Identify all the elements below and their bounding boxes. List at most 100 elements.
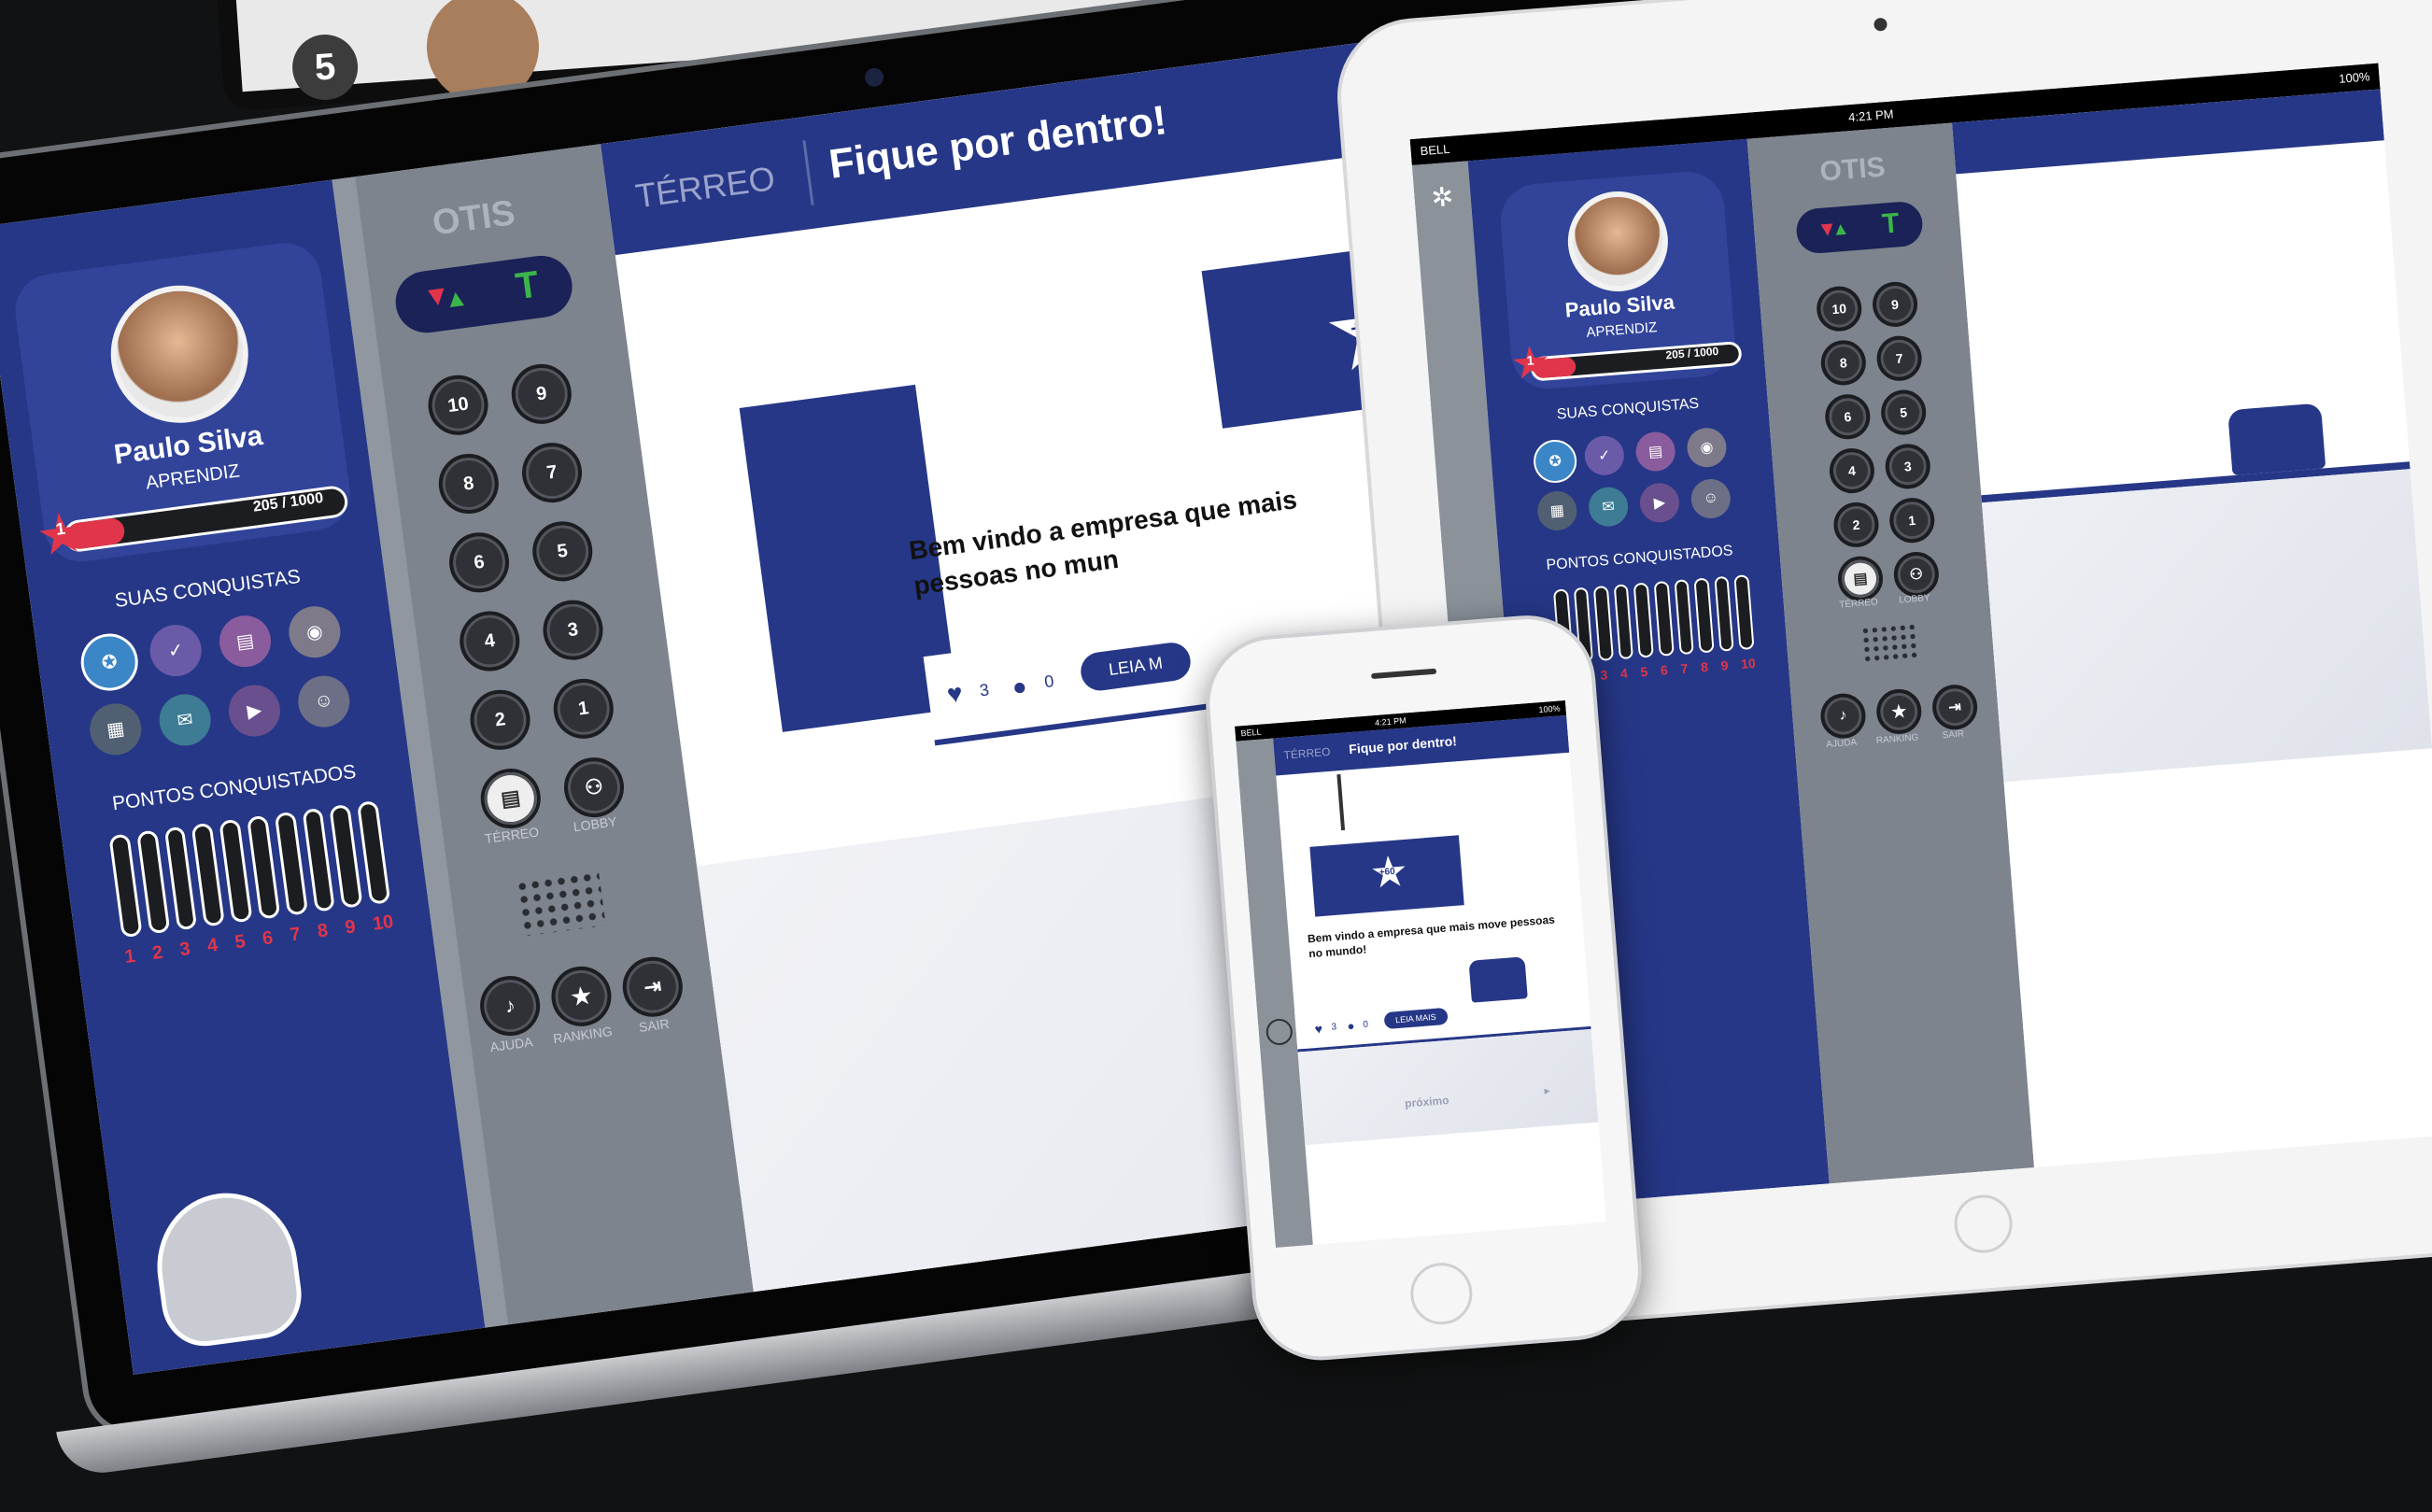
floor-button-2[interactable]: 2: [1831, 501, 1881, 549]
comment-icon[interactable]: ●: [1347, 1019, 1355, 1034]
floor-button-grid: 10 9 8 7 6 5 4 3 2 1 ▤ ⚇ TÉRREO LOBBY: [424, 360, 628, 846]
heart-icon[interactable]: ♥: [1314, 1021, 1323, 1037]
floor-label: TÉRREO: [1283, 744, 1331, 762]
terreo-button[interactable]: ▤: [476, 765, 544, 832]
floor-button-9[interactable]: 9: [1871, 280, 1919, 329]
battery-level: 100%: [1538, 703, 1561, 715]
help-button[interactable]: ♪: [476, 972, 544, 1040]
floor-button-6[interactable]: 6: [1823, 392, 1873, 442]
post-text: Bem vindo a empresa que mais move pessoa…: [1307, 912, 1556, 961]
armchair-icon: [1468, 956, 1528, 1003]
floor-button-1[interactable]: 1: [549, 674, 617, 742]
meter-segment: [1693, 577, 1715, 654]
lobby-label: LOBBY: [1898, 592, 1930, 606]
floor-indicator: T: [1881, 207, 1901, 240]
achievement-check-icon[interactable]: ✓: [147, 621, 205, 680]
floor-button-4[interactable]: 4: [456, 607, 524, 675]
ranking-button[interactable]: ★: [547, 962, 615, 1030]
mascot-character: [148, 1184, 307, 1351]
brand-logo: OTIS: [1818, 151, 1887, 188]
achievement-badge-icon[interactable]: ✪: [77, 629, 142, 695]
home-button[interactable]: [1407, 1260, 1475, 1327]
meter-segment: [1613, 584, 1634, 660]
menu-toggle-button[interactable]: [1265, 1017, 1294, 1047]
achievement-calendar-icon[interactable]: ▦: [1535, 489, 1578, 532]
meter-segment: [1714, 575, 1734, 652]
floor-button-6[interactable]: 6: [445, 529, 514, 597]
floor-button-10[interactable]: 10: [424, 371, 492, 439]
ground-floor-icon: ▤: [499, 784, 522, 812]
help-label: AJUDA: [1826, 737, 1858, 751]
scale-label: 8: [316, 920, 330, 942]
floor-button-7[interactable]: 7: [1874, 333, 1924, 383]
achievement-chat-icon[interactable]: ✉: [156, 691, 214, 749]
level-number: 1: [1526, 352, 1535, 369]
carrier: BELL: [1240, 727, 1262, 739]
floor-indicator: T: [513, 263, 542, 308]
phone-frame: BELL 4:21 PM 100% TÉRREO Fique por dentr…: [1205, 614, 1644, 1362]
exit-button[interactable]: ⇥: [1930, 683, 1979, 732]
achievement-smile-icon[interactable]: ☺: [294, 672, 353, 730]
comment-icon[interactable]: ●: [1011, 671, 1029, 702]
meter-segment: [163, 826, 198, 931]
read-more-button[interactable]: LEIA M: [1078, 640, 1194, 693]
floor-button-7[interactable]: 7: [518, 439, 586, 507]
terreo-button[interactable]: ▤: [1836, 554, 1885, 603]
scale-label: 6: [261, 927, 275, 950]
floor-button-5[interactable]: 5: [1879, 388, 1928, 437]
achievement-book-icon[interactable]: ▤: [1634, 430, 1677, 473]
meter-segment: [191, 822, 226, 927]
header-divider: [802, 140, 814, 205]
scale-label: 5: [233, 931, 247, 954]
front-camera: [1873, 17, 1888, 32]
ranking-label: RANKING: [1875, 732, 1919, 746]
ranking-button[interactable]: ★: [1874, 687, 1924, 736]
achievement-chat-icon[interactable]: ✉: [1587, 486, 1630, 529]
achievement-badge-icon[interactable]: ✪: [1532, 438, 1578, 485]
achievement-calendar-icon[interactable]: ▦: [86, 699, 145, 758]
achievement-check-icon[interactable]: ✓: [1583, 434, 1626, 477]
floor-button-4[interactable]: 4: [1828, 446, 1876, 495]
lobby-button[interactable]: ⚇: [1892, 550, 1941, 599]
floor-button-2[interactable]: 2: [466, 685, 534, 754]
floor-button-8[interactable]: 8: [434, 450, 502, 517]
ground-floor-icon: ▤: [1852, 571, 1869, 588]
gear-icon[interactable]: ✲: [1430, 181, 1454, 214]
achievement-bulb-icon[interactable]: ◉: [1685, 426, 1729, 469]
comment-count: 0: [1363, 1019, 1369, 1030]
exit-button[interactable]: ⇥: [618, 953, 686, 1021]
floor-button-8[interactable]: 8: [1818, 338, 1868, 388]
achievement-play-icon[interactable]: ▶: [1638, 481, 1681, 524]
floor-button-5[interactable]: 5: [529, 517, 597, 586]
floor-button-10[interactable]: 10: [1815, 284, 1864, 333]
phone-device: BELL 4:21 PM 100% TÉRREO Fique por dentr…: [1205, 614, 1644, 1410]
page-title: Fique por dentro!: [1348, 733, 1458, 757]
achievement-smile-icon[interactable]: ☺: [1690, 477, 1732, 520]
lobby-button[interactable]: ⚇: [560, 754, 628, 822]
floor-button-3[interactable]: 3: [539, 596, 607, 664]
people-icon: ⚇: [1909, 566, 1924, 584]
meter-segment: [274, 811, 308, 916]
read-more-button[interactable]: LEIA MAIS: [1383, 1007, 1449, 1030]
scale-label: 9: [1719, 657, 1729, 673]
floor-button-grid: 10 9 8 7 6 5 4 3 2 1 ▤ ⚇ TÉRREO LOBBY: [1815, 279, 1941, 611]
scale-label: 2: [150, 941, 164, 965]
heart-icon[interactable]: ♥: [945, 678, 965, 710]
achievement-play-icon[interactable]: ▶: [225, 682, 284, 740]
floor-button-9[interactable]: 9: [507, 360, 575, 428]
brand-logo: OTIS: [430, 193, 518, 244]
floor-button-1[interactable]: 1: [1888, 496, 1937, 545]
achievement-bulb-icon[interactable]: ◉: [285, 602, 344, 661]
elevator-indicator: ▼ ▲ T: [391, 251, 576, 337]
scale-label: 8: [1700, 658, 1709, 675]
floor-button-3[interactable]: 3: [1883, 442, 1932, 491]
exit-label: SAIR: [1942, 728, 1965, 742]
help-button[interactable]: ♪: [1818, 691, 1868, 741]
like-count: 3: [978, 680, 991, 700]
home-button[interactable]: [1952, 1193, 2015, 1255]
achievement-book-icon[interactable]: ▤: [216, 612, 275, 671]
earpiece: [1370, 668, 1437, 680]
scale-label: 4: [1619, 665, 1629, 682]
arrow-up-icon: ▲: [1831, 219, 1851, 240]
battery-level: 100%: [2338, 69, 2371, 86]
